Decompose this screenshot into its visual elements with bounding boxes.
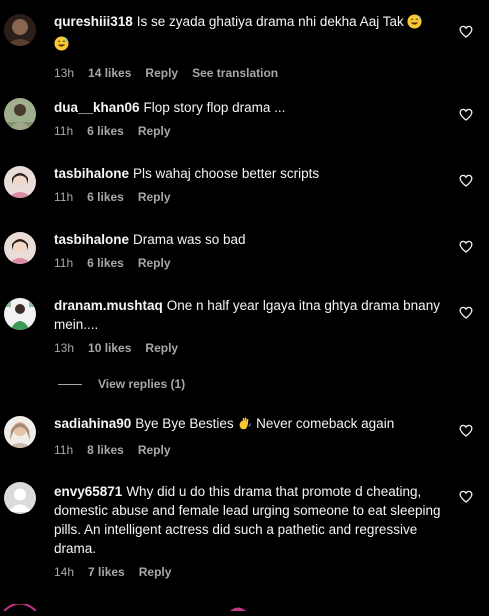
comment-likes[interactable]: 6 likes [87,190,124,204]
heart-icon[interactable] [459,25,473,38]
see-translation-button[interactable]: See translation [192,66,278,80]
reply-button[interactable]: Reply [145,66,178,80]
comment-body: tasbihalone Pls wahaj choose better scrip… [54,164,444,205]
comment-meta: 13h 10 likes Reply [54,340,444,356]
comments-list: qureshiii318 Is se zyada ghatiya drama nh… [0,0,489,612]
comment-time: 14h [54,565,75,579]
view-replies-button[interactable]: View replies (1) [58,376,185,392]
comment-body: dranam.mushtaq One n half year lgaya itna… [54,296,444,356]
next-comment-peek [0,598,489,612]
comment-likes[interactable]: 6 likes [87,256,124,270]
comment-likes[interactable]: 10 likes [88,341,131,355]
heart-icon[interactable] [459,306,473,319]
comment-body: sadiahina90 Bye Bye Besties Never comebac… [54,414,444,458]
comment-username[interactable]: sadiahina90 [54,416,131,431]
avatar[interactable] [4,298,36,330]
avatar[interactable] [4,482,36,514]
reply-button[interactable]: Reply [138,124,171,138]
avatar[interactable] [4,166,36,198]
comment-meta: 11h 6 likes Reply [54,255,444,271]
comment-body: tasbihalone Drama was so bad 11h 6 likes Re… [54,230,444,271]
comment-likes[interactable]: 8 likes [87,443,124,457]
heart-icon[interactable] [459,490,473,503]
comment-text: Bye Bye Besties [135,416,234,431]
grinning-sweat-face-emoji-icon [54,36,69,56]
comment-body: qureshiii318 Is se zyada ghatiya drama nh… [54,12,444,81]
comment-time: 11h [54,190,74,204]
comment-text: Pls wahaj choose better scripts [133,166,320,181]
comment-item: dua__khan06 Flop story flop drama ... 11h… [0,98,489,148]
comment-text-row: tasbihalone Pls wahaj choose better scrip… [54,164,444,183]
comment-meta: 14h 7 likes Reply [54,564,444,580]
comment-meta: 11h 6 likes Reply [54,189,444,205]
reply-button[interactable]: Reply [138,443,171,457]
replies-divider-line [58,383,82,385]
comment-text-row: qureshiii318 Is se zyada ghatiya drama nh… [54,12,444,56]
grinning-sweat-face-emoji-icon [407,14,423,34]
comment-body: envy65871 Why did u do this drama that pr… [54,482,444,580]
comment-time: 13h [54,341,75,355]
comment-item: tasbihalone Pls wahaj choose better scrip… [0,164,489,214]
comment-username[interactable]: tasbihalone [54,166,129,181]
comment-time: 13h [54,66,75,80]
comment-username[interactable]: tasbihalone [54,232,129,247]
comment-time: 11h [54,443,74,457]
reply-button[interactable]: Reply [145,341,178,355]
comment-likes[interactable]: 7 likes [88,565,125,579]
heart-icon[interactable] [459,174,473,187]
comment-item: dranam.mushtaq One n half year lgaya itna… [0,296,489,366]
heart-icon[interactable] [459,108,473,121]
comment-text: Flop story flop drama ... [143,100,286,115]
comment-username[interactable]: qureshiii318 [54,14,133,29]
avatar[interactable] [4,14,36,46]
reply-button[interactable]: Reply [138,190,171,204]
comment-text-row: tasbihalone Drama was so bad [54,230,444,249]
comment-meta: 11h 8 likes Reply [54,442,444,458]
comment-time: 11h [54,256,74,270]
reply-button[interactable]: Reply [138,256,171,270]
reply-button[interactable]: Reply [139,565,172,579]
comment-text-row: dua__khan06 Flop story flop drama ... [54,98,444,117]
comment-item: qureshiii318 Is se zyada ghatiya drama nh… [0,12,489,82]
avatar[interactable] [4,98,36,130]
comment-text-continued: Never comeback again [256,416,395,431]
heart-icon[interactable] [459,240,473,253]
waving-hand-emoji-icon [237,416,252,436]
avatar[interactable] [4,232,36,264]
comment-likes[interactable]: 6 likes [87,124,124,138]
comment-text: Drama was so bad [133,232,246,247]
comment-meta: 11h 6 likes Reply [54,123,444,139]
comment-meta: 13h 14 likes Reply See translation [54,65,444,81]
heart-icon[interactable] [459,424,473,437]
view-replies-label: View replies (1) [98,377,186,391]
comment-item: envy65871 Why did u do this drama that pr… [0,482,489,582]
avatar[interactable] [4,416,36,448]
comment-likes[interactable]: 14 likes [88,66,131,80]
comment-username[interactable]: dua__khan06 [54,100,140,115]
comment-username[interactable]: dranam.mushtaq [54,298,163,313]
comment-item: sadiahina90 Bye Bye Besties Never comebac… [0,414,489,464]
comment-text-row: envy65871 Why did u do this drama that pr… [54,482,444,558]
comment-username[interactable]: envy65871 [54,484,122,499]
comment-item: tasbihalone Drama was so bad 11h 6 likes Re… [0,230,489,280]
comment-body: dua__khan06 Flop story flop drama ... 11h… [54,98,444,139]
comment-time: 11h [54,124,74,138]
comment-text: Is se zyada ghatiya drama nhi dekha Aaj … [136,14,404,29]
comment-text-row: sadiahina90 Bye Bye Besties Never comebac… [54,414,444,436]
comment-text-row: dranam.mushtaq One n half year lgaya itna… [54,296,444,334]
